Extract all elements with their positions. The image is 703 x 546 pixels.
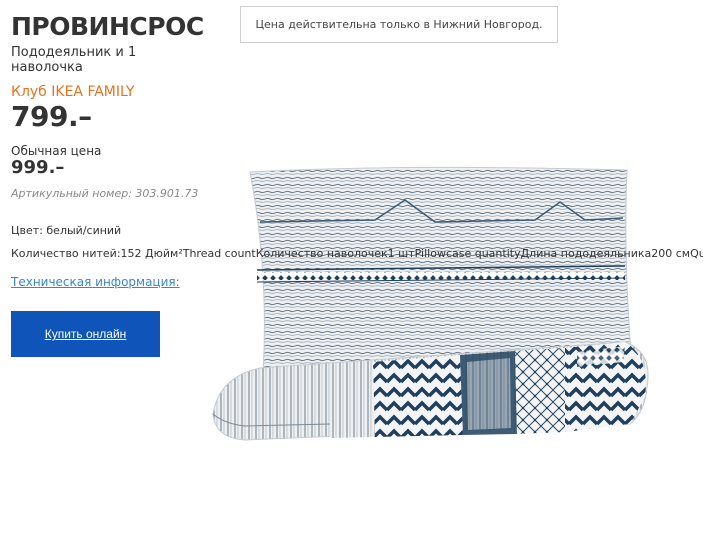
price-notice: Цена действительна только в Нижний Новго… (240, 6, 558, 43)
article-number: Артикульный номер: 303.901.73 (11, 187, 199, 200)
product-image (212, 166, 649, 441)
product-title: ПРОВИНСРОС (11, 12, 204, 41)
product-description: Пододеяльник и 1 наволочка (11, 45, 137, 75)
technical-info-link[interactable]: Техническая информация: (11, 275, 180, 289)
buy-online-button[interactable]: Купить онлайн (11, 311, 160, 357)
family-price: 799.– (11, 100, 92, 133)
family-club-label: Клуб IKEA FAMILY (11, 84, 135, 100)
thread-count-info: Количество нитей:152 Дюйм²Thread countКо… (11, 247, 703, 260)
product-color: Цвет: белый/синий (11, 224, 122, 237)
regular-price: 999.– (11, 157, 65, 178)
regular-price-label: Обычная цена (11, 144, 102, 158)
